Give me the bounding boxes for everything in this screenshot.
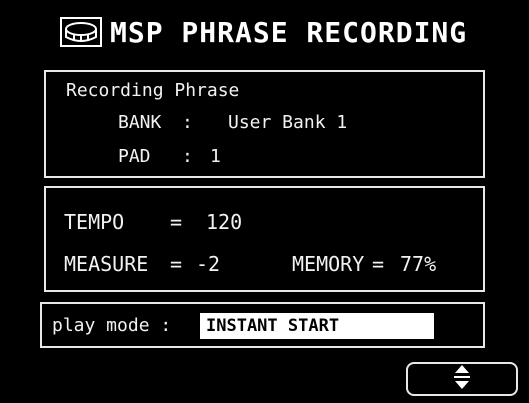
memory-label: MEMORY [292, 252, 365, 276]
tempo-label: TEMPO [64, 210, 125, 234]
pad-label: PAD [118, 146, 151, 167]
memory-value: 77% [400, 252, 437, 276]
play-mode-value[interactable]: INSTANT START [200, 313, 434, 339]
up-down-arrow-icon [452, 364, 472, 394]
memory-equals: = [372, 252, 385, 276]
measure-label: MEASURE [64, 252, 149, 276]
play-mode-label: play mode : [52, 315, 172, 336]
pad-colon: : [182, 146, 193, 167]
msp-drum-icon [60, 17, 102, 47]
play-mode-panel: play mode : INSTANT START [40, 302, 485, 348]
measure-value[interactable]: -2 [196, 252, 220, 276]
tempo-equals: = [170, 210, 183, 234]
title-bar: MSP PHRASE RECORDING [60, 12, 520, 52]
bank-label: BANK [118, 112, 162, 133]
tempo-measure-panel: TEMPO = 120 MEASURE = -2 MEMORY = 77% [44, 186, 485, 292]
measure-equals: = [170, 252, 183, 276]
bank-colon: : [182, 112, 193, 133]
recording-phrase-heading: Recording Phrase [66, 80, 240, 101]
page-title: MSP PHRASE RECORDING [110, 15, 468, 49]
up-down-scroll-button[interactable] [406, 362, 518, 396]
tempo-value[interactable]: 120 [206, 210, 242, 234]
pad-value[interactable]: 1 [210, 146, 221, 167]
recording-phrase-panel: Recording Phrase BANK : User Bank 1 PAD … [44, 70, 485, 178]
bank-value[interactable]: User Bank 1 [228, 112, 347, 133]
